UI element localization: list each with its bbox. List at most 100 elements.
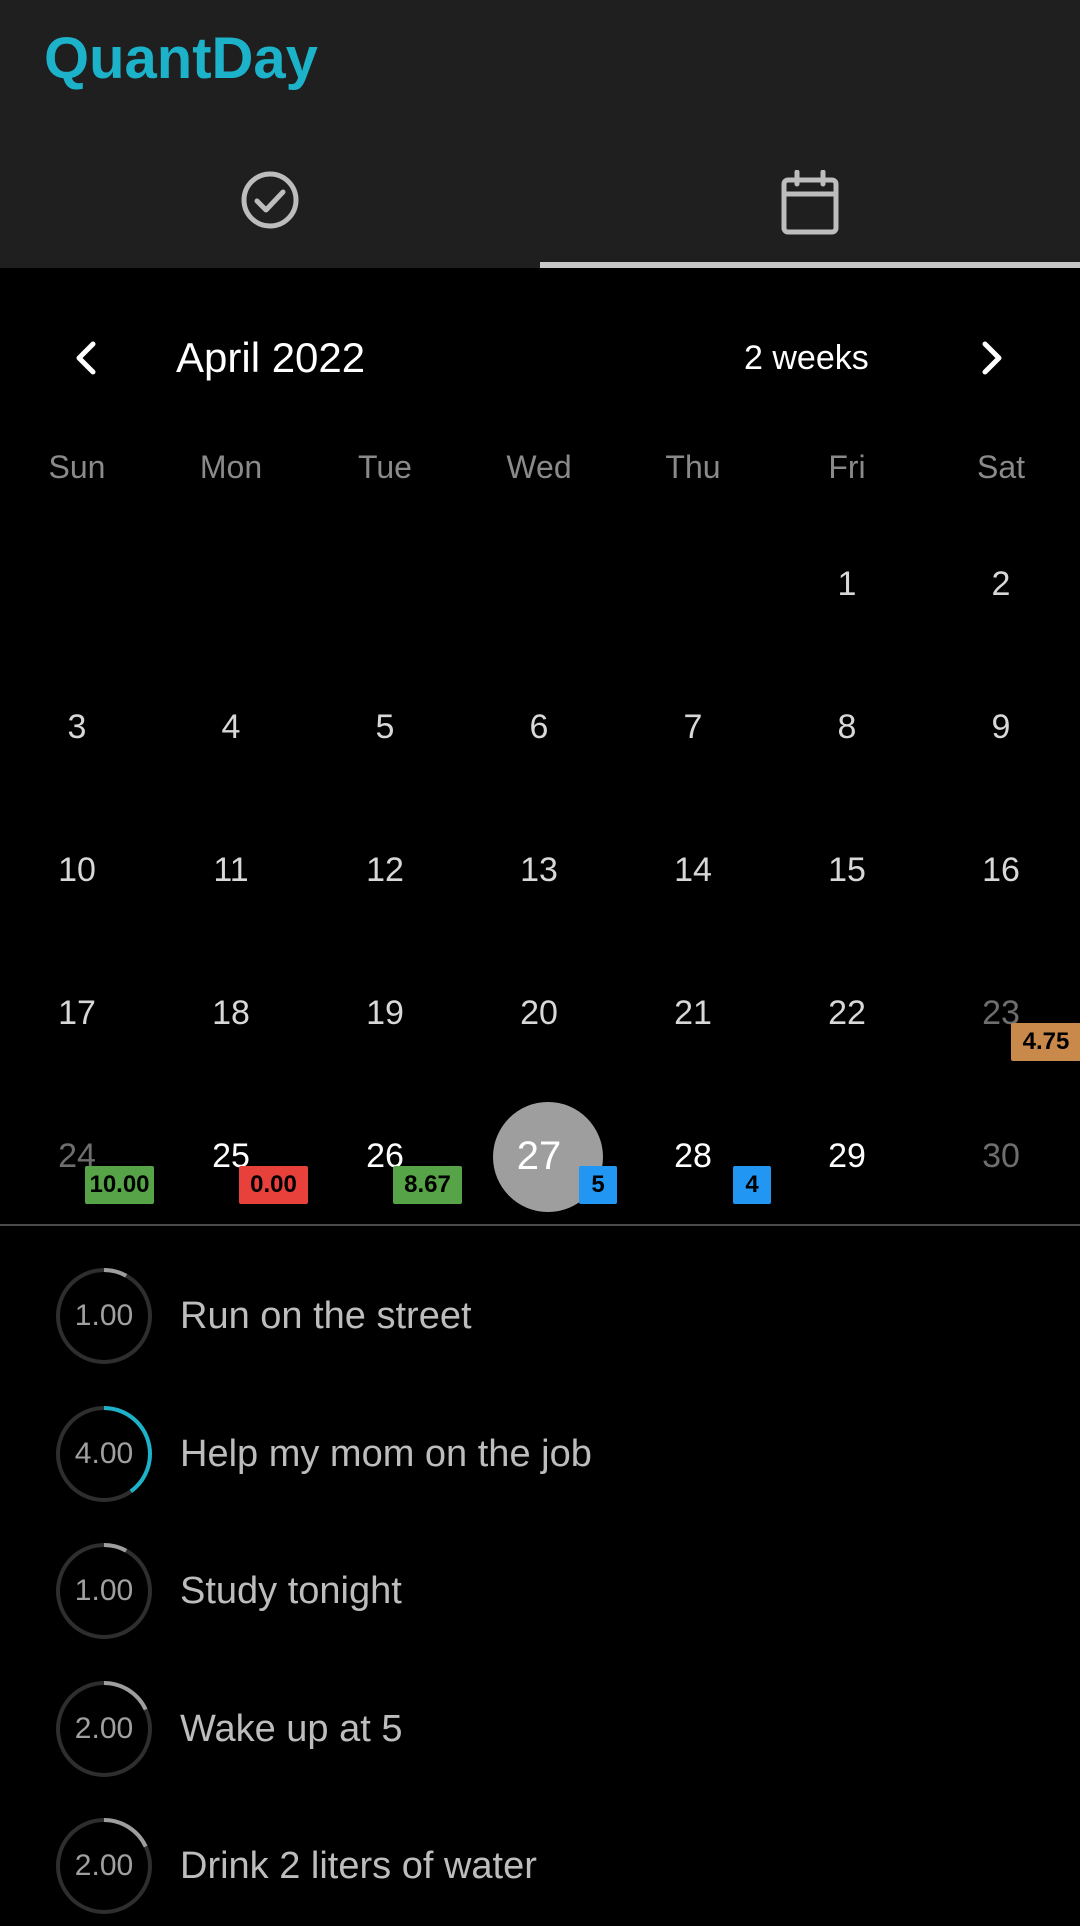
task-label: Drink 2 liters of water	[180, 1845, 537, 1887]
day-score-badge: 8.67	[393, 1166, 462, 1204]
calendar-day[interactable]: 11	[154, 822, 308, 965]
day-number: 2	[991, 565, 1011, 603]
task-value: 2.00	[74, 1712, 134, 1745]
calendar-day[interactable]: 2	[924, 536, 1078, 679]
calendar-day[interactable]: 22	[770, 965, 924, 1108]
weekday-label: Mon	[199, 449, 263, 485]
calendar-divider	[0, 1224, 1080, 1226]
weekday-label: Thu	[665, 449, 721, 485]
calendar-day[interactable]: 30	[924, 1108, 1078, 1251]
weekday-label: Sun	[48, 449, 106, 485]
day-number: 7	[683, 708, 703, 746]
weekday-header: Sun Mon Tue Wed Thu Fri Sat	[0, 440, 1080, 494]
calendar-day[interactable]: 23 4.75	[924, 965, 1080, 1108]
app-title: QuantDay	[44, 26, 318, 91]
calendar-week-row: 3 4 5 6 7 8 9	[0, 679, 1080, 822]
day-number: 15	[828, 851, 866, 889]
calendar-day[interactable]: 9	[924, 679, 1078, 822]
calendar-day[interactable]: 4	[154, 679, 308, 822]
day-number: 16	[982, 851, 1020, 889]
calendar-day[interactable]: 16	[924, 822, 1078, 965]
calendar-day[interactable]: 24 10.00	[0, 1108, 154, 1251]
day-number: 6	[529, 708, 549, 746]
day-number: 29	[828, 1137, 866, 1175]
day-number: 14	[674, 851, 712, 889]
weekday-label: Wed	[506, 449, 572, 485]
day-number: 8	[837, 708, 857, 746]
day-number: 10	[58, 851, 96, 889]
task-value: 4.00	[74, 1437, 134, 1470]
weekday-label: Fri	[828, 449, 866, 485]
calendar-day[interactable]: 29	[770, 1108, 924, 1251]
task-item[interactable]: 2.00 Drink 2 liters of water	[0, 1806, 1080, 1926]
task-item[interactable]: 1.00 Run on the street	[0, 1256, 1080, 1376]
task-count-badge: 5	[579, 1166, 617, 1204]
calendar-day[interactable]: 5	[308, 679, 462, 822]
calendar-day[interactable]: 7	[616, 679, 770, 822]
task-label: Study tonight	[180, 1570, 402, 1612]
day-number: 13	[520, 851, 558, 889]
app-bar: QuantDay	[0, 0, 1080, 268]
calendar-day[interactable]: 6	[462, 679, 616, 822]
day-score-badge: 0.00	[239, 1166, 308, 1204]
day-number: 11	[213, 851, 249, 889]
calendar-day[interactable]: 3	[0, 679, 154, 822]
day-number: 1	[837, 565, 857, 603]
day-number: 18	[212, 994, 250, 1032]
calendar-day[interactable]: 13	[462, 822, 616, 965]
day-number: 19	[366, 994, 404, 1032]
calendar-day[interactable]: 1	[770, 536, 924, 679]
next-month-button[interactable]	[962, 328, 1022, 388]
task-value: 1.00	[74, 1574, 134, 1607]
chevron-right-icon	[982, 341, 1002, 375]
day-score-badge: 4.75	[1011, 1023, 1080, 1061]
previous-month-button[interactable]	[56, 328, 116, 388]
calendar-week-row: 1 2	[0, 536, 1080, 679]
calendar-day[interactable]: 18	[154, 965, 308, 1108]
day-number: 3	[67, 708, 87, 746]
calendar-day[interactable]: 20	[462, 965, 616, 1108]
calendar-week-row: 10 11 12 13 14 15 16	[0, 822, 1080, 965]
calendar-week-row: 24 10.00 25 0.00 26 8.67 27 5 28 4 29 30	[0, 1102, 1080, 1251]
calendar-day[interactable]: 21	[616, 965, 770, 1108]
day-number: 5	[375, 708, 395, 746]
weekday-label: Sat	[976, 449, 1026, 485]
day-number: 9	[991, 708, 1011, 746]
calendar-day[interactable]: 17	[0, 965, 154, 1108]
range-toggle[interactable]: 2 weeks	[744, 328, 869, 388]
day-number: 4	[221, 708, 241, 746]
calendar-day[interactable]: 15	[770, 822, 924, 965]
calendar-icon	[781, 170, 839, 235]
calendar-day-today[interactable]: 27 5	[462, 1102, 617, 1251]
month-navigation: April 2022 2 weeks	[0, 318, 1080, 398]
tab-indicator	[540, 262, 1080, 268]
calendar-day[interactable]: 8	[770, 679, 924, 822]
check-circle-icon	[241, 171, 299, 229]
task-label: Help my mom on the job	[180, 1433, 592, 1475]
task-count-badge: 4	[733, 1166, 771, 1204]
calendar-day[interactable]: 12	[308, 822, 462, 965]
task-item[interactable]: 1.00 Study tonight	[0, 1531, 1080, 1651]
calendar-day[interactable]: 26 8.67	[308, 1108, 462, 1251]
calendar-day[interactable]: 25 0.00	[154, 1108, 308, 1251]
calendar-week-row: 17 18 19 20 21 22 23 4.75	[0, 965, 1080, 1108]
month-title: April 2022	[176, 334, 366, 381]
day-number: 12	[366, 851, 404, 889]
task-item[interactable]: 2.00 Wake up at 5	[0, 1669, 1080, 1789]
day-number: 20	[520, 994, 558, 1032]
tab-calendar[interactable]	[540, 140, 1080, 268]
task-value: 1.00	[74, 1299, 134, 1332]
day-score-badge: 10.00	[85, 1166, 154, 1204]
task-item[interactable]: 4.00 Help my mom on the job	[0, 1394, 1080, 1514]
calendar-day[interactable]: 28 4	[616, 1108, 771, 1251]
calendar-day[interactable]: 10	[0, 822, 154, 965]
task-label: Run on the street	[180, 1295, 472, 1337]
calendar-day[interactable]: 19	[308, 965, 462, 1108]
calendar-day[interactable]: 14	[616, 822, 770, 965]
tab-tasks[interactable]	[0, 140, 540, 268]
day-number: 22	[828, 994, 866, 1032]
chevron-left-icon	[76, 341, 96, 375]
task-label: Wake up at 5	[180, 1708, 403, 1750]
weekday-label: Tue	[358, 449, 412, 485]
day-number: 30	[982, 1137, 1020, 1175]
